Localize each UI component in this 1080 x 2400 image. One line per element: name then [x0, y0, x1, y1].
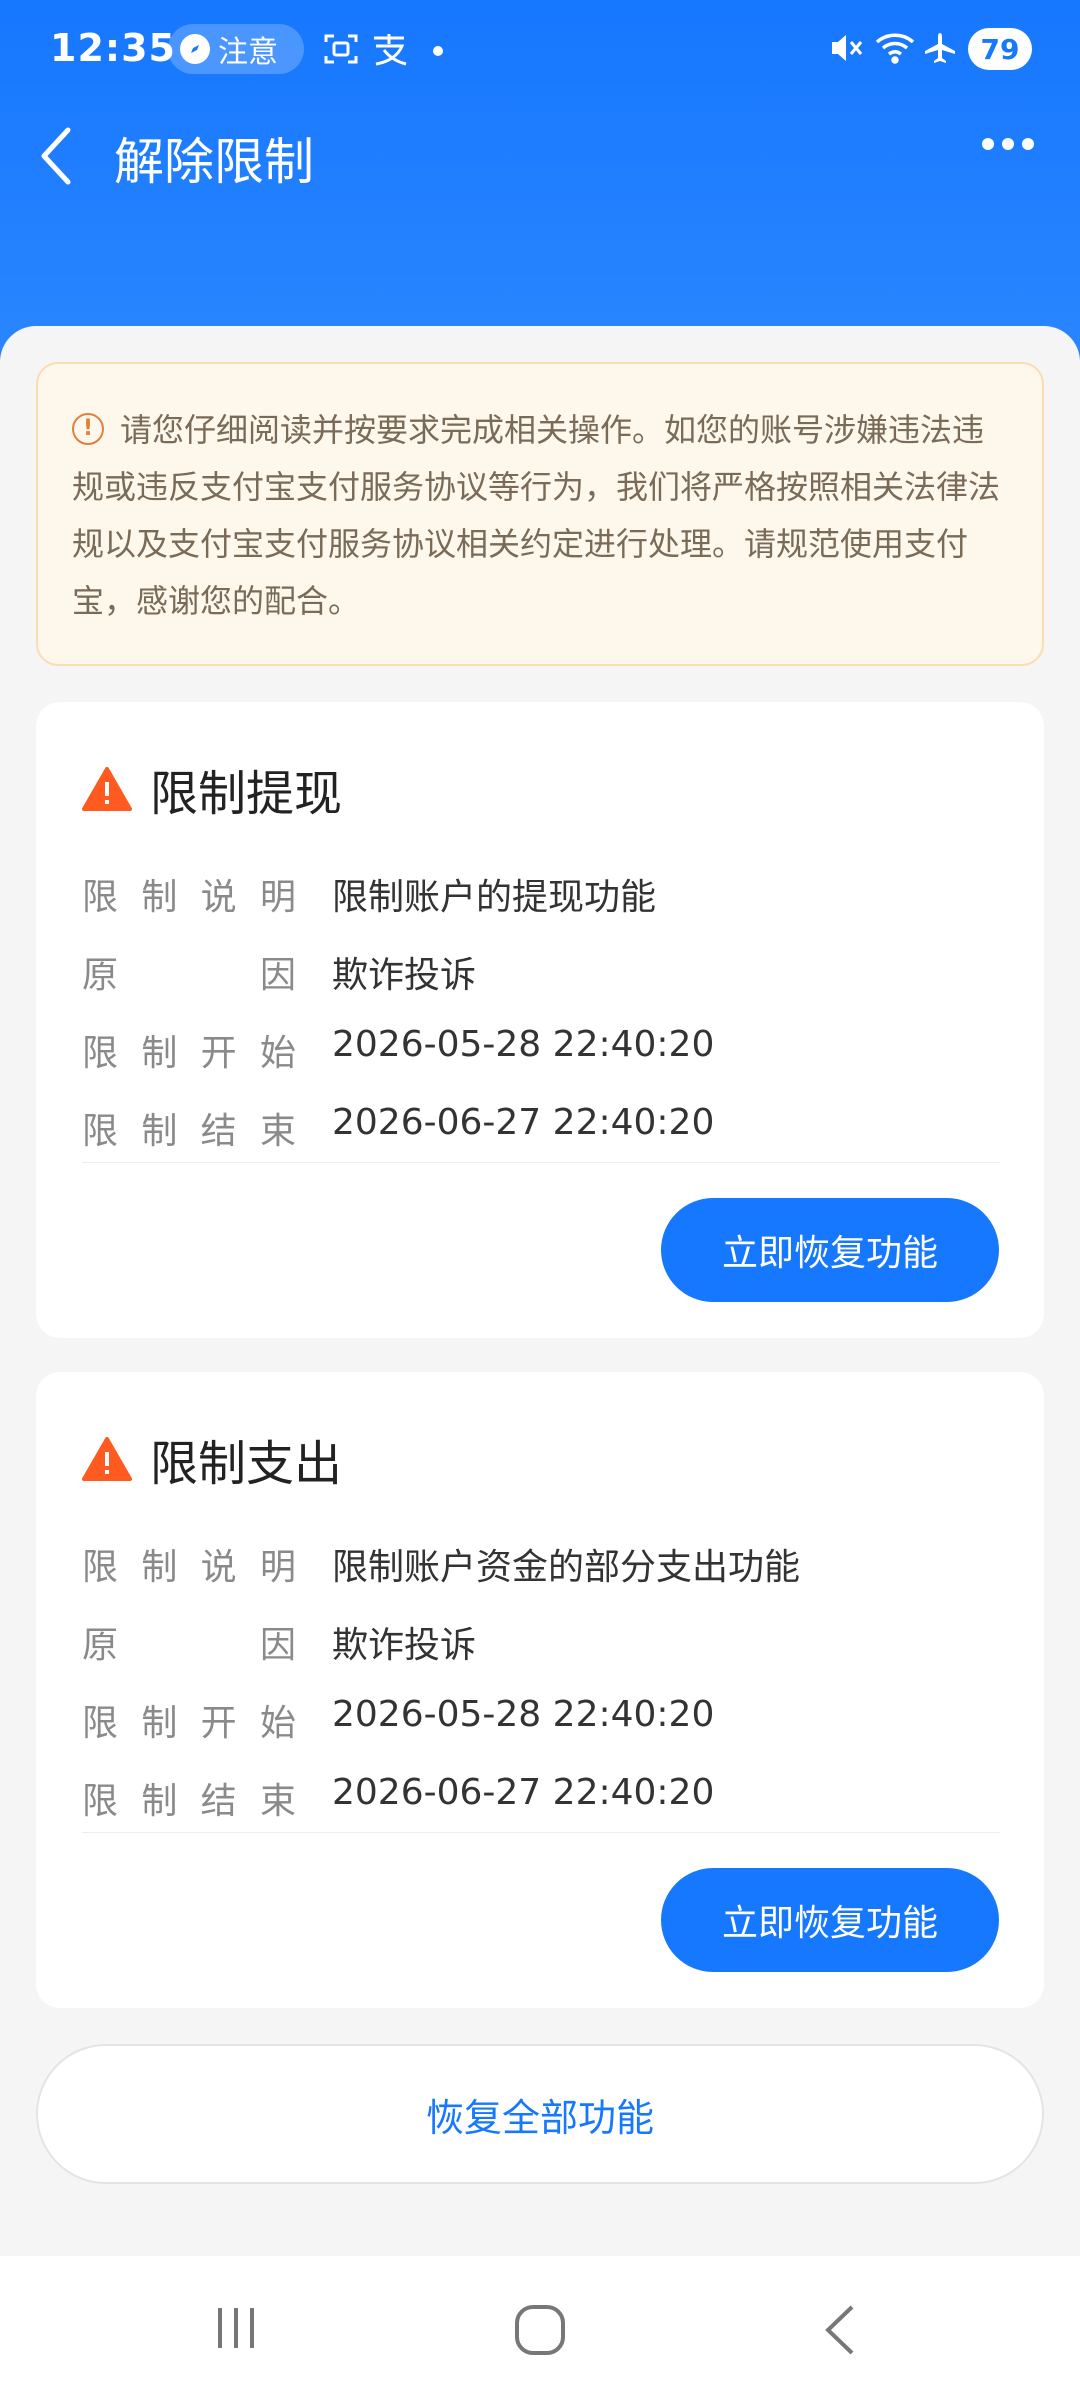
- row-value: 2026-06-27 22:40:20: [332, 1772, 715, 1813]
- row-label: 限制说明: [82, 877, 296, 918]
- nav-bar: 解除限制: [0, 110, 1080, 200]
- row-label: 原因: [82, 1625, 296, 1666]
- row-end: 限制结束 2026-06-27 22:40:20: [82, 1772, 714, 1824]
- row-value: 限制账户资金的部分支出功能: [332, 1547, 801, 1588]
- row-reason: 原因 欺诈投诉: [82, 1616, 476, 1668]
- row-label: 限制说明: [82, 1547, 296, 1588]
- more-icon: [982, 138, 1034, 150]
- recent-apps-button[interactable]: [212, 2304, 260, 2356]
- compass-icon: [180, 34, 210, 64]
- info-icon: !: [72, 413, 104, 445]
- row-value: 2026-05-28 22:40:20: [332, 1694, 715, 1735]
- more-options-button[interactable]: [980, 134, 1040, 174]
- status-bar: 12:35 注意 79: [0, 0, 1080, 100]
- restriction-card-spending: 限制支出 限制说明 限制账户资金的部分支出功能 原因 欺诈投诉 限制开始 202…: [36, 1372, 1044, 2008]
- divider: [82, 1832, 1000, 1833]
- row-label: 限制开始: [82, 1703, 296, 1744]
- row-label: 限制结束: [82, 1781, 296, 1822]
- warning-text: 请您仔细阅读并按要求完成相关操作。如您的账号涉嫌违法违规或违反支付宝支付服务协议…: [72, 411, 1001, 620]
- row-description: 限制说明 限制账户的提现功能: [82, 868, 656, 920]
- notice-label: 注意: [218, 35, 278, 70]
- airplane-icon: [922, 30, 958, 70]
- home-button[interactable]: [514, 2304, 566, 2360]
- chevron-left-icon: [41, 127, 71, 185]
- row-end: 限制结束 2026-06-27 22:40:20: [82, 1102, 714, 1154]
- row-description: 限制说明 限制账户资金的部分支出功能: [82, 1538, 800, 1590]
- restriction-card-withdraw: 限制提现 限制说明 限制账户的提现功能 原因 欺诈投诉 限制开始 2026-05…: [36, 702, 1044, 1338]
- back-nav-button[interactable]: [822, 2304, 858, 2360]
- wifi-icon: [874, 30, 916, 70]
- chevron-left-icon: [825, 2305, 854, 2355]
- row-value: 2026-05-28 22:40:20: [332, 1024, 715, 1065]
- warning-notice: ! 请您仔细阅读并按要求完成相关操作。如您的账号涉嫌违法违规或违反支付宝支付服务协…: [36, 362, 1044, 666]
- divider: [82, 1162, 1000, 1163]
- card-title: 限制提现: [82, 754, 342, 824]
- alipay-icon: [370, 30, 410, 72]
- row-value: 2026-06-27 22:40:20: [332, 1102, 715, 1143]
- row-label: 限制结束: [82, 1111, 296, 1152]
- dot-icon: [432, 42, 444, 61]
- card-title-text: 限制支出: [150, 1436, 343, 1492]
- mute-icon: [828, 30, 864, 70]
- home-icon: [515, 2305, 565, 2355]
- row-label: 原因: [82, 955, 296, 996]
- row-start: 限制开始 2026-05-28 22:40:20: [82, 1694, 714, 1746]
- restore-all-button[interactable]: 恢复全部功能: [36, 2044, 1044, 2184]
- recent-apps-icon: [218, 2308, 254, 2348]
- row-value: 限制账户的提现功能: [332, 877, 657, 918]
- status-time: 12:35: [50, 26, 176, 70]
- page-title: 解除限制: [114, 133, 314, 191]
- row-value: 欺诈投诉: [332, 1625, 477, 1666]
- row-label: 限制开始: [82, 1033, 296, 1074]
- warning-triangle-icon: [82, 767, 132, 811]
- back-button[interactable]: [36, 124, 96, 188]
- screenshot-icon: [322, 30, 360, 72]
- system-nav-bar: [0, 2256, 1080, 2400]
- restore-withdraw-button[interactable]: 立即恢复功能: [661, 1198, 999, 1302]
- row-start: 限制开始 2026-05-28 22:40:20: [82, 1024, 714, 1076]
- card-title: 限制支出: [82, 1424, 342, 1494]
- restore-spending-button[interactable]: 立即恢复功能: [661, 1868, 999, 1972]
- notice-pill[interactable]: 注意: [168, 24, 304, 74]
- card-title-text: 限制提现: [150, 766, 343, 822]
- battery-indicator: 79: [968, 28, 1032, 70]
- warning-triangle-icon: [82, 1437, 132, 1481]
- row-value: 欺诈投诉: [332, 955, 477, 996]
- row-reason: 原因 欺诈投诉: [82, 946, 476, 998]
